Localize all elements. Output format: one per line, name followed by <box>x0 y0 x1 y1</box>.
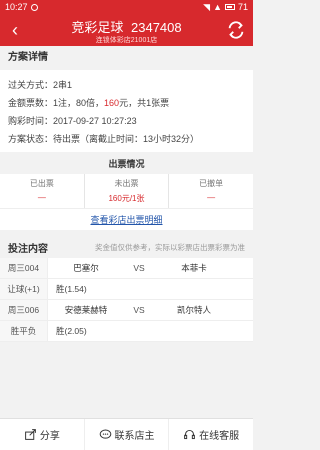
cancelled-cell: 已撤单 — <box>169 174 253 208</box>
detail-label: 金额票数： <box>8 98 54 108</box>
bets-note: 奖金值仅供参考，实际以彩票店出票彩票为准 <box>95 242 245 252</box>
detail-label: 方案状态： <box>8 134 54 144</box>
online-service-button[interactable]: 在线客服 <box>169 419 253 450</box>
detail-amount: 160 <box>104 98 120 108</box>
bets-header: 投注内容 奖金值仅供参考，实际以彩票店出票彩票为准 <box>0 236 253 258</box>
status-bar: 10:27 ◥ ▲ 71 <box>0 0 253 14</box>
contact-owner-button[interactable]: 联系店主 <box>85 419 170 450</box>
detail-label: 过关方式： <box>8 80 54 90</box>
refresh-icon <box>228 21 244 39</box>
app-header: ‹ 竞彩足球 2347408 连锁体彩店21001店 <box>0 14 253 46</box>
vs-label: VS <box>133 305 145 315</box>
notification-icon <box>30 3 38 11</box>
ticketing-summary: 已出票 — 未出票 160元/1张 已撤单 — <box>0 174 253 208</box>
match-row: 周三006 安德莱赫特 VS 凯尔特人 <box>0 300 253 321</box>
detail-row-pass: 过关方式：2串1 <box>8 76 245 94</box>
detail-value: 2017-09-27 10:27:23 <box>53 116 137 126</box>
bets-title: 投注内容 <box>8 243 48 255</box>
contact-label: 联系店主 <box>114 431 155 442</box>
status-time: 10:27 <box>5 2 28 12</box>
match-code: 周三004 <box>0 258 48 278</box>
detail-value: 元，共1张票 <box>119 98 170 108</box>
detail-value: 1注，80倍， <box>53 98 105 108</box>
page-title: 竞彩足球 2347408 <box>0 17 253 36</box>
scheme-detail: 过关方式：2串1 金额票数：1注，80倍，160元，共1张票 购彩时间：2017… <box>0 70 253 152</box>
ticket-detail-link-row: 查看彩店出票明细 <box>0 208 253 230</box>
ticketing-title: 出票情况 <box>0 154 253 174</box>
away-team: 凯尔特人 <box>176 305 211 315</box>
pick-odds: 胜(1.54) <box>56 284 87 294</box>
detail-row-status: 方案状态：待出票（离截止时间：13小时32分） <box>8 130 245 148</box>
detail-label: 购彩时间： <box>8 116 54 126</box>
pick-row: 让球(+1) 胜(1.54) <box>0 279 253 300</box>
issued-cell: 已出票 — <box>0 174 85 208</box>
detail-section-title: 方案详情 <box>0 46 253 70</box>
issued-label: 已出票 <box>29 179 54 188</box>
pick-row: 胜平负 胜(2.05) <box>0 321 253 342</box>
home-team: 安德莱赫特 <box>64 305 108 315</box>
service-label: 在线客服 <box>199 431 240 442</box>
detail-value: 2串1 <box>53 80 73 90</box>
pending-cell: 未出票 160元/1张 <box>85 174 170 208</box>
pick-odds: 胜(2.05) <box>56 326 87 336</box>
refresh-button[interactable] <box>225 19 247 41</box>
pending-value: 160元/1张 <box>108 194 145 203</box>
bottom-action-bar: 分享 联系店主 在线客服 <box>0 418 253 450</box>
detail-row-amount: 金额票数：1注，80倍，160元，共1张票 <box>8 94 245 112</box>
cancelled-value: — <box>207 193 216 202</box>
headset-icon <box>184 429 196 440</box>
chat-icon <box>99 429 111 439</box>
match-row: 周三004 巴塞尔 VS 本菲卡 <box>0 258 253 279</box>
scheme-id: 2347408 <box>131 20 182 35</box>
vs-label: VS <box>133 263 145 273</box>
cancelled-label: 已撤单 <box>199 179 224 188</box>
detail-value: 待出票（离截止时间：13小时32分） <box>53 134 200 144</box>
play-type: 让球(+1) <box>0 279 48 299</box>
view-ticket-detail-link[interactable]: 查看彩店出票明细 <box>90 215 162 225</box>
share-button[interactable]: 分享 <box>0 419 85 450</box>
battery-icon <box>224 4 235 10</box>
pending-label: 未出票 <box>114 179 139 188</box>
share-label: 分享 <box>39 431 60 442</box>
battery-level: 71 <box>237 2 248 12</box>
store-name: 连锁体彩店21001店 <box>95 37 158 44</box>
home-team: 巴塞尔 <box>73 263 99 273</box>
signal-icon: ▲ <box>213 2 222 12</box>
away-team: 本菲卡 <box>181 263 207 273</box>
match-code: 周三006 <box>0 300 48 320</box>
play-type: 胜平负 <box>0 321 48 341</box>
lottery-type: 竞彩足球 <box>71 20 124 35</box>
detail-row-time: 购彩时间：2017-09-27 10:27:23 <box>8 112 245 130</box>
issued-value: — <box>37 193 46 202</box>
wifi-icon: ◥ <box>203 1 211 12</box>
share-icon <box>24 429 36 440</box>
